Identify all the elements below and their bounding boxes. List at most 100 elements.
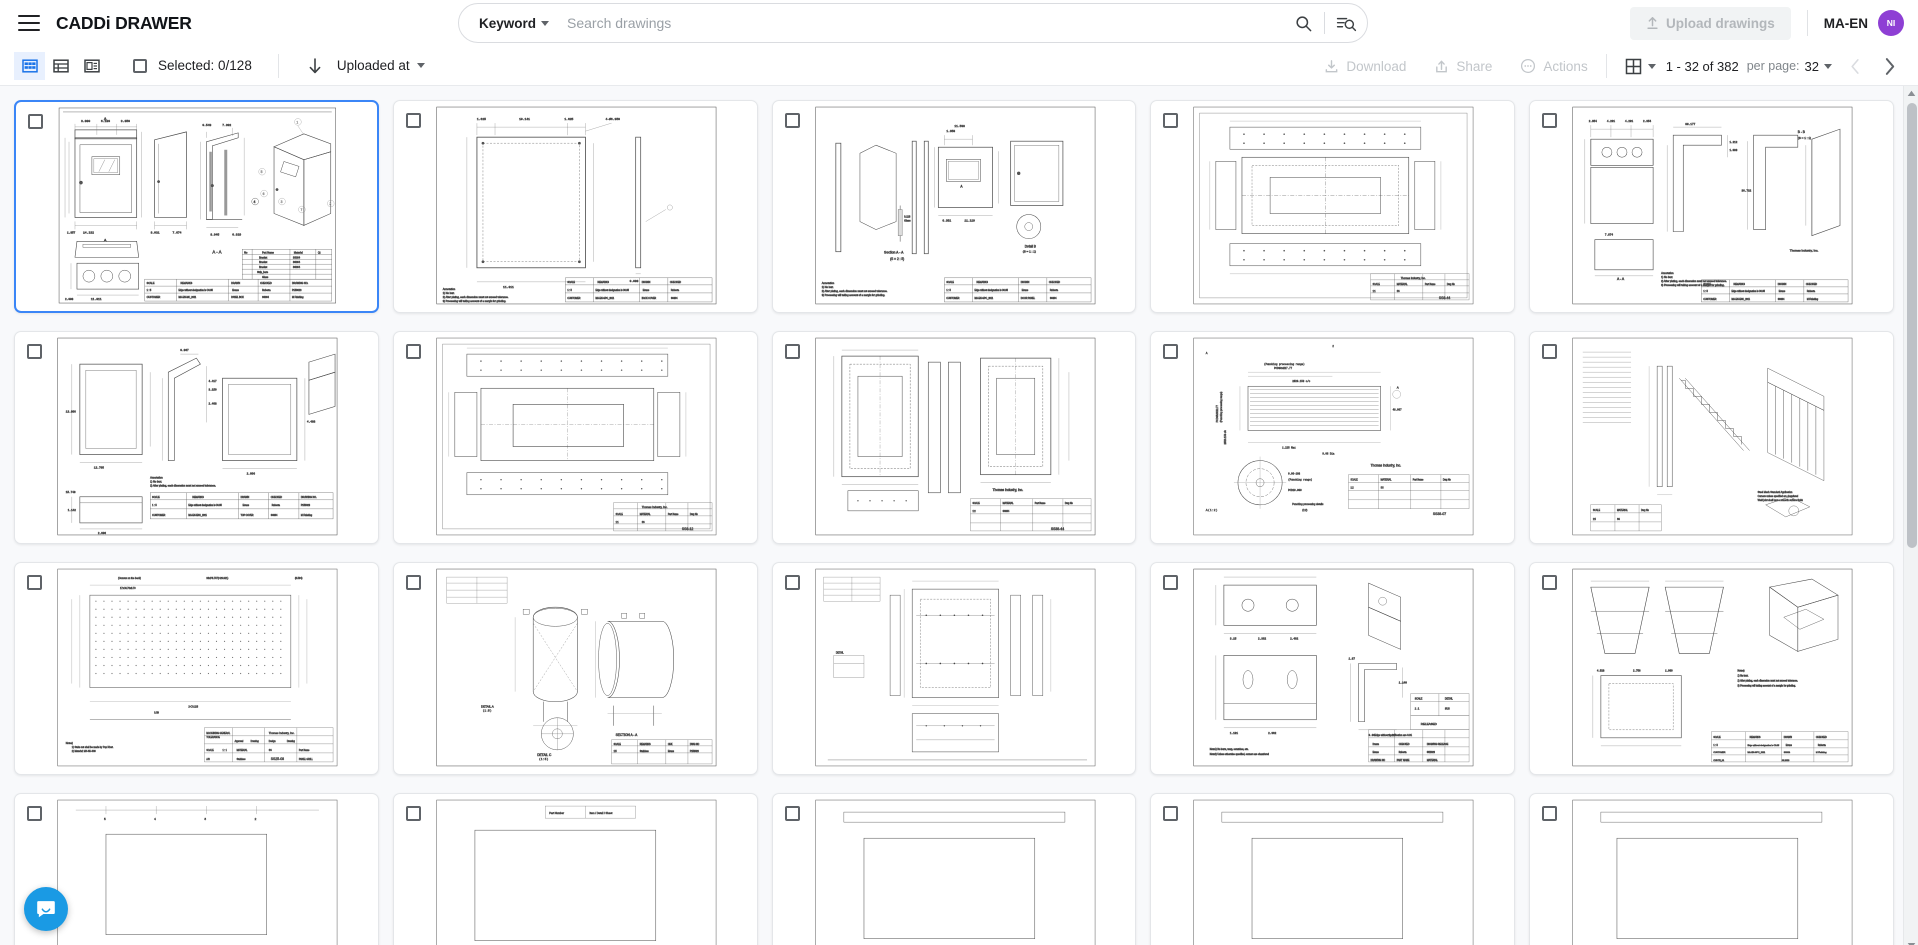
drawing-card-checkbox[interactable] [406,344,421,359]
svg-text:1.140: 1.140 [1399,682,1407,685]
upload-drawings-button[interactable]: Upload drawings [1630,7,1791,40]
prev-page-button[interactable] [1838,49,1872,83]
svg-text:CHECKED: CHECKED [1399,744,1410,746]
search-input[interactable] [567,15,1282,31]
drawing-card-checkbox[interactable] [785,575,800,590]
sort-controls: Uploaded at [301,57,425,75]
svg-text:11.811: 11.811 [91,298,102,301]
svg-text:Evans: Evans [232,289,239,292]
drawing-card[interactable]: 13.866 12.795 0.367 4.417 3.150 2.468 [14,331,379,544]
share-action[interactable]: Share [1420,59,1506,74]
svg-text:13.866: 13.866 [66,410,76,413]
drawing-card-checkbox[interactable] [28,114,43,129]
svg-text:CUSTOMER: CUSTOMER [147,296,161,299]
sort-field-select[interactable]: Uploaded at [337,58,425,73]
search-icon[interactable] [1282,4,1324,42]
svg-text:A - A: A - A [1617,277,1625,281]
hamburger-menu-icon[interactable] [18,15,40,31]
scroll-up-icon[interactable] [1904,86,1918,101]
svg-text:TOLERANCE: TOLERANCE [206,736,220,739]
select-all-checkbox[interactable] [133,59,147,73]
drawing-card-checkbox[interactable] [27,575,42,590]
download-action[interactable]: Download [1310,59,1420,74]
drawing-card-checkbox[interactable] [27,344,42,359]
per-page-select[interactable]: 32 [1805,59,1832,74]
detail-view-button[interactable] [76,52,107,80]
drawing-card[interactable]: A 2 [1150,331,1515,544]
drawing-card-checkbox[interactable] [406,575,421,590]
drawing-card-checkbox[interactable] [1542,806,1557,821]
search-scope-select[interactable]: Keyword [479,16,549,31]
grid-view-button[interactable] [14,52,45,80]
svg-text:8.945: 8.945 [210,233,219,236]
drawing-card-checkbox[interactable] [1542,344,1557,359]
drawing-card[interactable]: Thomas Industry, Inc. SCALE MATERIAL [772,331,1137,544]
drawing-card-checkbox[interactable] [1542,575,1557,590]
drawing-card[interactable]: 3.880 6.189 3.850 14.232 1.857 A A [14,100,379,313]
svg-text:PCD20.000: PCD20.000 [1289,489,1303,492]
drawing-card[interactable]: DETAIL [772,562,1137,775]
next-page-button[interactable] [1872,49,1906,83]
scrollbar-thumb[interactable] [1907,103,1917,548]
chevron-right-icon [1882,57,1897,76]
chat-bubble-icon[interactable] [24,887,68,931]
drawing-card-checkbox[interactable] [1163,344,1178,359]
drawing-card-checkbox[interactable] [406,113,421,128]
language-selector[interactable]: MA-EN [1824,16,1868,31]
drawing-card[interactable]: (Convex on the back) 36xP8.787(=29.921) … [14,562,379,775]
svg-text:Stainless: Stainless [640,750,650,753]
svg-text:SS: SS [1381,488,1384,490]
drawing-card-checkbox[interactable] [1163,113,1178,128]
svg-text:1:1: 1:1 [615,522,619,524]
svg-text:Part Name: Part Name [1413,479,1424,482]
drawing-card[interactable]: Thomas Industry, Inc. SCALE MATERIAL Par… [1150,100,1515,313]
more-actions[interactable]: Actions [1506,58,1601,74]
svg-text:3.850: 3.850 [121,119,130,123]
drawing-thumbnail: Steel Mesh Standard Application Corners … [1530,332,1893,543]
selected-count-label: Selected: 0/128 [158,58,252,73]
drawing-card[interactable] [1150,793,1515,945]
drawing-card-checkbox[interactable] [27,806,42,821]
svg-text:7.392: 7.392 [222,124,231,127]
avatar[interactable]: NI [1878,10,1904,36]
drawing-card[interactable]: Thomas Industry, Inc. SCALE MATERIAL Par… [393,331,758,544]
drawing-card[interactable]: 3.15 2.362 2.402 1.181 2.362 [1150,562,1515,775]
drawing-card[interactable]: 4.528 2.756 1.969 Notes) 1) No burr. 2) … [1529,562,1894,775]
drawing-card-checkbox[interactable] [406,806,421,821]
svg-text:SS304: SS304 [1784,752,1791,754]
svg-text:4.291: 4.291 [1625,120,1633,123]
svg-text:CHECKED: CHECKED [1806,284,1818,286]
drawing-thumbnail: A 1.358 11.538 6.351 11.219 [773,101,1136,312]
sort-direction-button[interactable] [301,57,329,75]
drawing-card[interactable]: 5 4 3 2 [14,793,379,945]
drawing-card-checkbox[interactable] [1163,806,1178,821]
advanced-search-icon[interactable] [1325,4,1367,42]
drawing-card[interactable]: 2.354 4.291 4.291 2.354 88.177 [1529,100,1894,313]
drawing-card-checkbox[interactable] [1163,575,1178,590]
svg-text:MATERIAL: MATERIAL [640,513,652,516]
select-all-control[interactable]: Selected: 0/128 [133,58,252,73]
grid-size-select[interactable] [1615,58,1666,75]
scroll-down-icon[interactable] [1904,938,1918,945]
drawing-card[interactable]: Steel Mesh Standard Application Corners … [1529,331,1894,544]
vertical-scrollbar[interactable] [1903,86,1918,945]
drawing-card[interactable]: A 1.358 11.538 6.351 11.219 [772,100,1137,313]
svg-text:06/2023: 06/2023 [1427,752,1436,754]
svg-text:RELEASED: RELEASED [1421,722,1438,726]
svg-text:2.468: 2.468 [208,402,216,405]
svg-text:Roberta: Roberta [1399,751,1408,754]
svg-text:9.06 Dia: 9.06 Dia [1323,453,1336,456]
drawing-card[interactable]: 1.625 10.141 1.625 4-Ø6.350 11.811 0.088 [393,100,758,313]
list-view-button[interactable] [45,52,76,80]
svg-text:2-C0.118: 2-C0.118 [188,706,198,709]
drawing-card[interactable]: DETAIL C ( 1 : 5 ) DETAIL A ( 1 : 5 ) SE… [393,562,758,775]
drawing-card-checkbox[interactable] [785,344,800,359]
drawing-card[interactable] [772,793,1137,945]
toolbar-divider [278,54,279,78]
drawing-card-checkbox[interactable] [785,806,800,821]
drawing-card[interactable] [1529,793,1894,945]
svg-text:M Finishing: M Finishing [1816,752,1828,754]
drawing-card-checkbox[interactable] [785,113,800,128]
drawing-card-checkbox[interactable] [1542,113,1557,128]
drawing-card[interactable]: Part Number Item / Detail / Sheet [393,793,758,945]
